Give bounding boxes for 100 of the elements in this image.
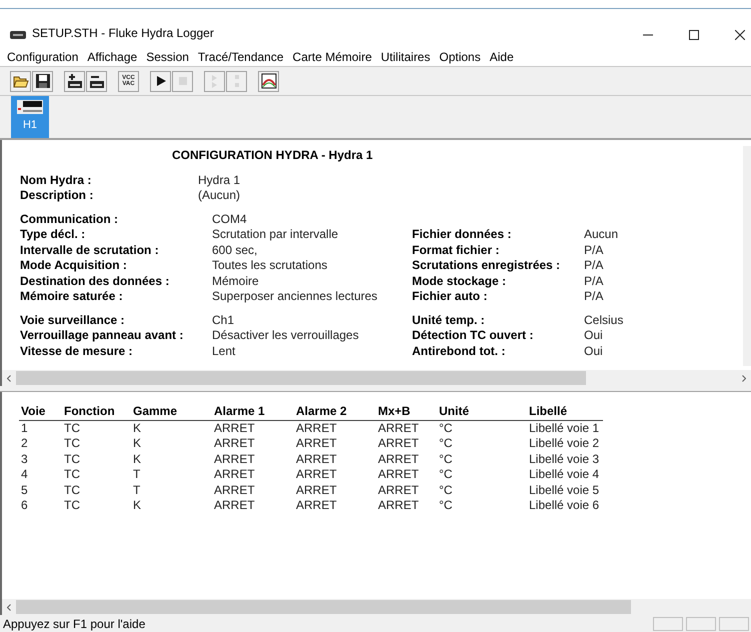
table-cell-text: ARRET bbox=[213, 498, 256, 514]
field-value: Mémoire bbox=[212, 274, 259, 289]
table-cell-text: TC bbox=[63, 482, 81, 498]
field-label: Nom Hydra : bbox=[20, 172, 92, 188]
field-value: Oui bbox=[584, 328, 603, 344]
field-value: Désactiver les verrouillages bbox=[212, 328, 359, 344]
scroll-right-icon[interactable] bbox=[742, 374, 746, 382]
table-cell-text: ARRET bbox=[295, 482, 338, 498]
app-icon bbox=[10, 31, 26, 39]
field-value: Oui bbox=[584, 344, 603, 359]
field-value: Superposer anciennes lectures bbox=[212, 289, 378, 304]
table-cell-text: 2 bbox=[20, 436, 29, 452]
table-cell-text: °C bbox=[438, 482, 454, 498]
scrollbar-thumb[interactable] bbox=[16, 600, 631, 614]
toolbar-button[interactable] bbox=[32, 70, 53, 92]
remove-instrument-icon bbox=[88, 73, 104, 89]
field-value: Hydra 1 bbox=[198, 172, 240, 188]
horizontal-scrollbar[interactable] bbox=[2, 370, 751, 386]
field-label: Antirebond tot. : bbox=[412, 344, 506, 359]
menu-item[interactable]: Affichage bbox=[87, 48, 138, 66]
field-label: Mode stockage : bbox=[412, 274, 506, 289]
field-value: Lent bbox=[212, 344, 236, 359]
table-cell: TC bbox=[62, 420, 131, 436]
table-cell-text: K bbox=[132, 498, 142, 514]
config-heading: CONFIGURATION HYDRA - Hydra 1 bbox=[172, 148, 373, 164]
field-value: 600 sec, bbox=[212, 242, 258, 258]
field-label: Intervalle de scrutation : bbox=[20, 242, 159, 258]
menu-item[interactable]: Configuration bbox=[7, 48, 78, 66]
table-cell: ARRET bbox=[212, 420, 294, 436]
table-cell-text: T bbox=[132, 482, 142, 498]
column-header: Libellé bbox=[527, 404, 603, 420]
field-value: P/A bbox=[584, 242, 604, 258]
table-cell-text: ARRET bbox=[377, 498, 420, 514]
table-cell: K bbox=[131, 420, 212, 436]
status-panel bbox=[719, 616, 749, 630]
field-label: Mode Acquisition : bbox=[20, 258, 127, 274]
table-cell-text: ARRET bbox=[377, 467, 420, 482]
table-cell-text: ARRET bbox=[295, 452, 338, 467]
table-cell-text: 3 bbox=[20, 452, 29, 467]
table-cell-text: K bbox=[132, 452, 142, 467]
status-panel bbox=[686, 616, 716, 630]
field-label: Scrutations enregistrées : bbox=[412, 258, 560, 274]
table-cell-text: 5 bbox=[20, 482, 29, 498]
table-cell-text: Libellé voie 2 bbox=[528, 436, 600, 452]
status-text: Appuyez sur F1 pour l'aide bbox=[3, 616, 146, 632]
table-cell-text: ARRET bbox=[295, 467, 338, 482]
menu-item[interactable]: Carte Mémoire bbox=[292, 48, 372, 66]
field-value: Celsius bbox=[584, 312, 624, 328]
field-label: Détection TC ouvert : bbox=[412, 328, 534, 344]
scroll-left-icon[interactable] bbox=[7, 604, 11, 610]
table-cell-text: Libellé voie 4 bbox=[528, 467, 600, 482]
menu-item[interactable]: Options bbox=[439, 48, 481, 66]
table-cell-text: ARRET bbox=[213, 436, 256, 452]
table-cell-text: ARRET bbox=[377, 436, 420, 452]
menu-item[interactable]: Aide bbox=[490, 48, 514, 66]
menu-item[interactable]: Tracé/Tendance bbox=[198, 48, 284, 66]
field-value: COM4 bbox=[212, 212, 247, 227]
menu-item[interactable]: Utilitaires bbox=[380, 48, 430, 66]
table-cell-text: TC bbox=[63, 436, 81, 452]
close-icon[interactable] bbox=[735, 30, 745, 40]
table-cell-text: TC bbox=[63, 452, 81, 467]
column-header: Mx+B bbox=[376, 404, 437, 420]
table-cell-text: °C bbox=[438, 452, 454, 467]
toolbar-button[interactable] bbox=[64, 70, 85, 92]
save-icon bbox=[34, 73, 50, 89]
table-cell-text: Libellé voie 3 bbox=[528, 452, 600, 467]
column-header: Gamme bbox=[131, 404, 212, 420]
status-panel bbox=[653, 616, 683, 630]
table-cell-text: 6 bbox=[20, 498, 29, 514]
toolbar-button[interactable] bbox=[258, 70, 279, 92]
horizontal-scrollbar[interactable] bbox=[2, 599, 751, 615]
table-cell-text: ARRET bbox=[295, 436, 338, 452]
column-header: Alarme 1 bbox=[212, 404, 294, 420]
table-cell-text: ARRET bbox=[213, 467, 256, 482]
toolbar-button[interactable] bbox=[150, 70, 171, 92]
field-label: Destination des données : bbox=[20, 274, 170, 289]
field-label: Type décl. : bbox=[20, 227, 86, 242]
field-label: Communication : bbox=[20, 212, 118, 227]
field-value: Aucun bbox=[584, 227, 618, 242]
scroll-left-icon[interactable] bbox=[7, 374, 11, 382]
table-cell: Libellé voie 1 bbox=[527, 420, 603, 436]
table-cell: ARRET bbox=[294, 420, 376, 436]
table-cell-text: ARRET bbox=[295, 498, 338, 514]
instrument-icon bbox=[17, 100, 43, 114]
field-value: P/A bbox=[584, 289, 604, 304]
column-header: Unité bbox=[437, 404, 527, 420]
menu-item[interactable]: Session bbox=[146, 48, 189, 66]
maximize-icon[interactable] bbox=[689, 30, 699, 40]
table-cell-text: TC bbox=[63, 498, 81, 514]
table-cell-text: T bbox=[132, 467, 142, 482]
table-cell: ARRET bbox=[376, 420, 437, 436]
field-label: Vitesse de mesure : bbox=[20, 344, 133, 359]
add-instrument-icon bbox=[66, 73, 82, 89]
field-label: Fichier données : bbox=[412, 227, 512, 242]
field-label: Mémoire saturée : bbox=[20, 289, 123, 304]
toolbar-button[interactable] bbox=[86, 70, 107, 92]
toolbar-button[interactable] bbox=[10, 70, 31, 92]
field-value: (Aucun) bbox=[198, 188, 240, 204]
table-cell-text: Libellé voie 6 bbox=[528, 498, 600, 514]
scrollbar-thumb[interactable] bbox=[16, 371, 586, 385]
